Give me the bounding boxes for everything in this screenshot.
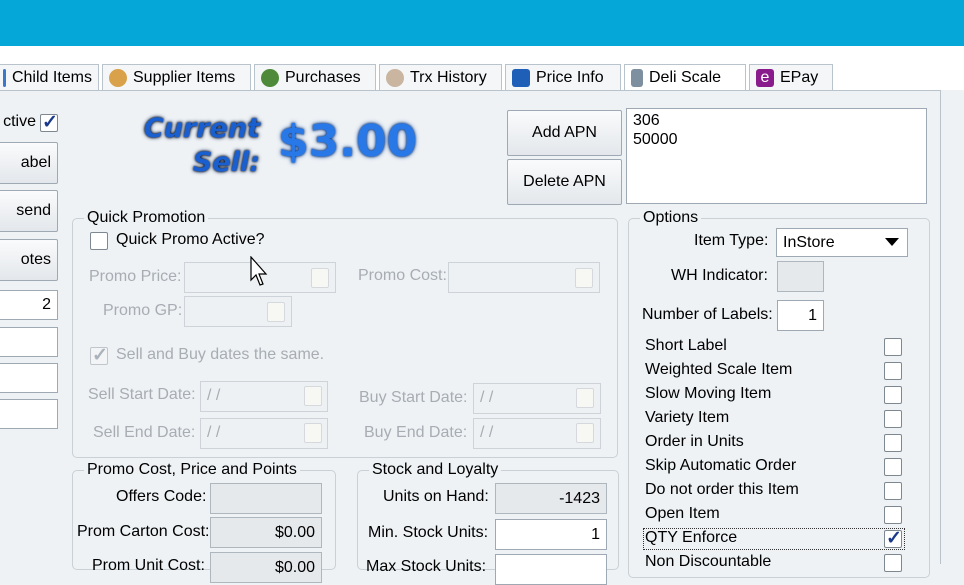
carton-cost-label: Prom Carton Cost: [77,523,210,540]
current-sell-price: $3.00 [278,116,418,167]
number-of-labels-field[interactable]: 1 [777,300,824,331]
child-items-icon [3,68,6,87]
units-on-hand-field[interactable]: -1423 [495,483,607,514]
carton-cost-field[interactable]: $0.00 [210,517,322,548]
option-open-item: Open Item [645,505,720,522]
promo-price-label: Promo Price: [89,268,182,285]
deli-scale-icon [631,68,643,87]
min-stock-label: Min. Stock Units: [368,524,489,541]
option-do-not-order: Do not order this Item [645,481,799,498]
option-variety-item: Variety Item [645,409,730,426]
apn-list-item[interactable]: 50000 [633,130,920,149]
label-button[interactable]: abel [0,142,58,184]
sell-start-label: Sell Start Date: [88,386,196,403]
unit-cost-field[interactable]: $0.00 [210,552,322,583]
short-label-checkbox[interactable] [884,338,902,356]
option-skip-auto-order: Skip Automatic Order [645,457,797,474]
promo-cost-title: Promo Cost, Price and Points [84,461,300,479]
purchases-icon [261,68,279,87]
order-in-units-checkbox[interactable] [884,434,902,452]
same-dates-label: Sell and Buy dates the same. [116,346,325,363]
do-not-order-checkbox[interactable] [884,482,902,500]
unit-cost-label: Prom Unit Cost: [92,557,205,574]
offers-code-label: Offers Code: [116,488,207,505]
tab-purchases[interactable]: Purchases [254,64,376,90]
quick-promo-active-checkbox[interactable] [90,232,108,250]
skip-auto-order-checkbox[interactable] [884,458,902,476]
delete-apn-button[interactable]: Delete APN [507,159,622,205]
wh-indicator-label: WH Indicator: [671,267,768,284]
calendar-icon[interactable] [304,386,322,406]
price-info-icon [512,68,530,87]
tab-price-info[interactable]: Price Info [505,64,621,90]
tab-trx-history[interactable]: Trx History [379,64,502,90]
stock-loyalty-title: Stock and Loyalty [369,461,502,479]
number-of-labels-label: Number of Labels: [642,306,773,323]
trx-history-icon [386,68,404,87]
calendar-icon[interactable] [576,423,594,443]
tab-child-items[interactable]: Child Items [0,64,99,90]
item-type-label: Item Type: [694,232,769,249]
promo-gp-input[interactable] [184,296,292,327]
left-field-1[interactable] [0,327,58,357]
calculator-icon[interactable] [267,302,285,322]
quick-promo-active-label: Quick Promo Active? [116,231,265,248]
notes-button[interactable]: otes [0,239,58,281]
active-label: ctive [3,113,36,130]
active-checkbox[interactable] [40,111,58,134]
open-item-checkbox[interactable] [884,506,902,524]
weighted-scale-checkbox[interactable] [884,362,902,380]
max-stock-field[interactable] [495,554,607,585]
promo-cost-input[interactable] [448,262,600,293]
wh-indicator-field[interactable] [777,261,824,292]
option-qty-enforce: QTY Enforce [645,529,738,546]
epay-icon: e [756,68,774,87]
tab-epay[interactable]: e EPay [749,64,833,90]
add-apn-button[interactable]: Add APN [507,110,622,156]
calendar-icon[interactable] [304,423,322,443]
options-title: Options [640,209,702,227]
non-discountable-checkbox[interactable] [884,554,902,572]
units-on-hand-label: Units on Hand: [383,488,489,505]
apn-list[interactable]: 306 50000 [626,108,927,204]
resend-button[interactable]: send [0,190,58,232]
sell-end-label: Sell End Date: [93,424,196,441]
option-weighted-scale: Weighted Scale Item [645,361,793,378]
promo-gp-label: Promo GP: [103,302,183,319]
tab-deli-scale[interactable]: Deli Scale [624,64,746,90]
max-stock-label: Max Stock Units: [366,558,487,575]
title-bar [0,0,964,46]
option-short-label: Short Label [645,337,727,354]
slow-moving-checkbox[interactable] [884,386,902,404]
number-field[interactable]: 2 [0,290,58,320]
buy-start-label: Buy Start Date: [359,389,468,406]
apn-list-item[interactable]: 306 [633,111,920,130]
option-non-discountable: Non Discountable [645,553,772,570]
same-dates-checkbox[interactable] [90,344,108,367]
supplier-items-icon [109,68,127,87]
offers-code-field[interactable] [210,483,322,514]
calculator-icon[interactable] [311,268,329,288]
mouse-cursor-icon [250,256,268,286]
min-stock-field[interactable]: 1 [495,519,607,550]
variety-item-checkbox[interactable] [884,410,902,428]
left-field-3[interactable] [0,399,58,429]
current-sell-label: Current Sell: [143,113,260,178]
option-order-in-units: Order in Units [645,433,744,450]
qty-enforce-checkbox[interactable] [884,527,902,550]
promo-cost-label: Promo Cost: [358,267,447,284]
option-slow-moving: Slow Moving Item [645,385,772,402]
quick-promotion-title: Quick Promotion [84,209,209,227]
chevron-down-icon[interactable] [885,238,899,246]
calendar-icon[interactable] [576,388,594,408]
left-field-2[interactable] [0,363,58,393]
tab-supplier-items[interactable]: Supplier Items [102,64,251,90]
calculator-icon[interactable] [575,268,593,288]
item-type-select[interactable]: InStore [776,228,908,257]
buy-end-label: Buy End Date: [364,424,468,441]
